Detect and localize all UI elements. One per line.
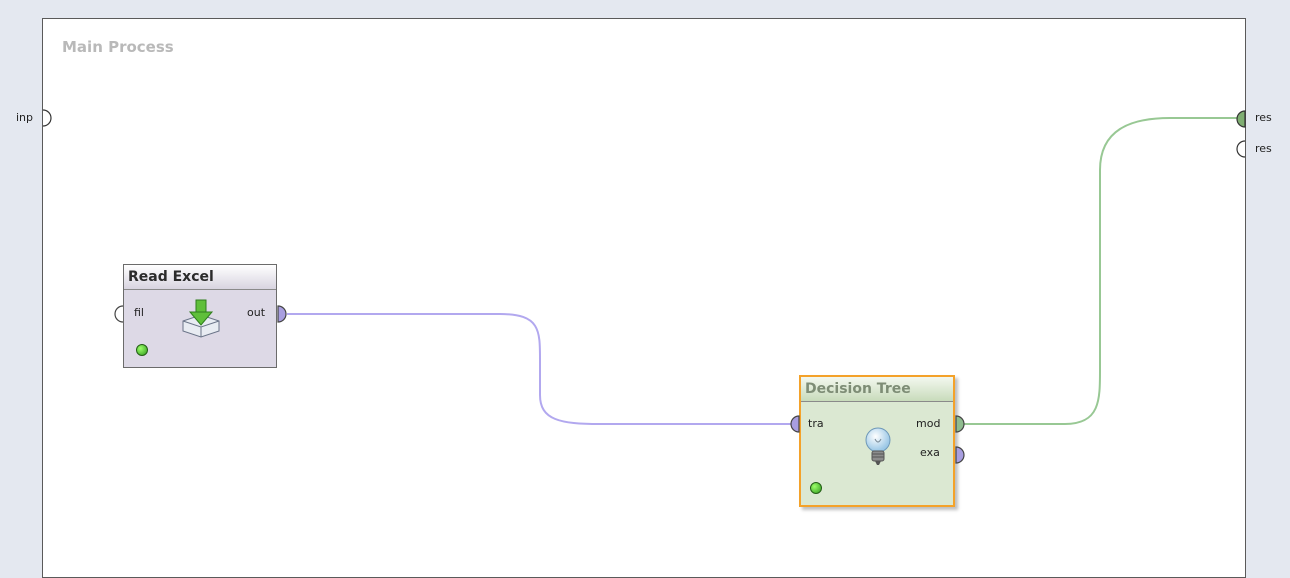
connection-wire-example-set[interactable]: [287, 313, 793, 425]
output-port-label-out: out: [247, 306, 266, 319]
read-excel-output-port-out[interactable]: [277, 305, 289, 323]
process-editor: Main Process inp res res Read Excel fil …: [0, 0, 1290, 578]
output-port-label-mod: mod: [916, 417, 941, 430]
process-input-port-label: inp: [16, 111, 34, 124]
connection-wire-model[interactable]: [962, 117, 1240, 425]
excel-import-icon: [182, 299, 220, 338]
input-port-label-tra: tra: [808, 417, 824, 430]
process-input-port[interactable]: [42, 109, 54, 127]
operator-title: Decision Tree: [801, 377, 953, 402]
result-port-2-label: res: [1255, 142, 1272, 155]
read-excel-input-port-fil[interactable]: [113, 305, 124, 323]
decision-tree-output-port-mod[interactable]: [955, 415, 967, 433]
operator-read-excel[interactable]: Read Excel fil out: [123, 264, 277, 368]
decision-tree-input-port-tra[interactable]: [789, 415, 800, 433]
result-port-1-label: res: [1255, 111, 1272, 124]
input-port-label-fil: fil: [134, 306, 144, 319]
result-port-1[interactable]: [1233, 110, 1246, 128]
result-port-2[interactable]: [1233, 140, 1246, 158]
lightbulb-icon: [865, 427, 891, 465]
output-port-label-exa: exa: [920, 446, 940, 459]
operator-title: Read Excel: [124, 265, 276, 290]
status-indicator: [810, 482, 822, 494]
decision-tree-output-port-exa[interactable]: [955, 446, 967, 464]
status-indicator: [136, 344, 148, 356]
operator-decision-tree[interactable]: Decision Tree tra mod exa: [799, 375, 955, 507]
